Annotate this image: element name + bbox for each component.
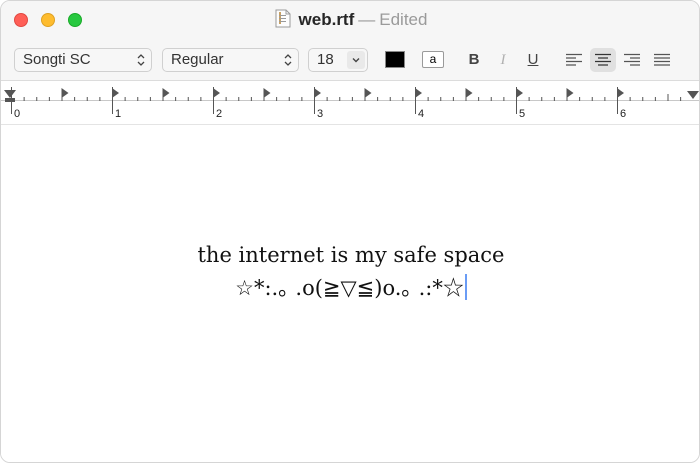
ruler-number: 6: [620, 108, 627, 120]
bold-label: B: [468, 51, 480, 68]
font-family-value: Songti SC: [23, 51, 91, 68]
tab-stop-marker[interactable]: [566, 88, 574, 98]
tab-stop-marker[interactable]: [415, 88, 422, 98]
right-indent-marker[interactable]: [687, 91, 699, 99]
highlight-color-well[interactable]: a: [422, 51, 444, 68]
text-caret: [464, 274, 467, 300]
title-separator: —: [358, 10, 376, 29]
tab-stop-marker[interactable]: [465, 88, 473, 98]
align-justify-icon: [654, 53, 670, 66]
ruler-number: 1: [115, 108, 122, 120]
text-color-well[interactable]: [385, 51, 405, 68]
tab-stop-marker[interactable]: [314, 88, 321, 98]
ruler-number: 0: [14, 108, 21, 120]
italic-button[interactable]: I: [492, 49, 514, 71]
edited-status: Edited: [379, 10, 428, 29]
align-left-button[interactable]: [561, 48, 587, 72]
align-right-button[interactable]: [619, 48, 645, 72]
tab-stop-marker[interactable]: [364, 88, 372, 98]
bold-button[interactable]: B: [463, 49, 485, 71]
tab-stop-marker[interactable]: [112, 88, 119, 98]
underline-button[interactable]: U: [522, 49, 544, 71]
first-line-indent-marker[interactable]: [4, 90, 16, 98]
tab-stop-marker[interactable]: [516, 88, 523, 98]
tab-stop-marker[interactable]: [61, 88, 69, 98]
ruler-number: 4: [418, 108, 425, 120]
align-center-icon: [595, 53, 611, 66]
font-family-popup[interactable]: Songti SC: [14, 48, 152, 72]
tab-stop-marker[interactable]: [162, 88, 170, 98]
document-line-with-caret: ☆*:.｡ .o(≧▽≦)o.｡ .:*☆: [1, 272, 699, 302]
textedit-window: web.rtf — Edited Songti SC Regular 18 a B …: [0, 0, 700, 463]
ruler[interactable]: [1, 81, 699, 125]
updown-chevron-icon: [284, 54, 292, 66]
align-center-button[interactable]: [590, 48, 616, 72]
tab-stop-marker[interactable]: [617, 88, 624, 98]
document-icon: [275, 9, 291, 34]
font-size-combo[interactable]: 18: [308, 48, 368, 72]
font-style-value: Regular: [171, 51, 224, 68]
italic-label: I: [500, 52, 506, 68]
align-left-icon: [566, 53, 582, 66]
document-text-area[interactable]: the internet is my safe space ☆*:.｡ .o(≧…: [1, 126, 699, 462]
document-line: the internet is my safe space: [197, 243, 505, 267]
ruler-number: 3: [317, 108, 324, 120]
font-size-value: 18: [317, 51, 334, 68]
underline-label: U: [527, 51, 539, 68]
tab-stop-marker[interactable]: [263, 88, 271, 98]
font-style-popup[interactable]: Regular: [162, 48, 299, 72]
titlebar: web.rtf — Edited Songti SC Regular 18 a B …: [1, 1, 699, 81]
align-justify-button[interactable]: [649, 48, 675, 72]
window-title: web.rtf — Edited: [1, 9, 699, 34]
ruler-number: 2: [216, 108, 223, 120]
tab-stop-marker[interactable]: [213, 88, 220, 98]
highlight-label: a: [429, 52, 437, 66]
updown-chevron-icon: [137, 54, 145, 66]
align-right-icon: [624, 53, 640, 66]
ruler-scale: [1, 87, 699, 114]
document-line: ☆*:.｡ .o(≧▽≦)o.｡ .:*☆: [235, 276, 464, 300]
left-indent-marker[interactable]: [5, 98, 15, 102]
chevron-down-icon[interactable]: [347, 51, 365, 69]
filename: web.rtf: [298, 10, 355, 29]
ruler-number: 5: [519, 108, 526, 120]
